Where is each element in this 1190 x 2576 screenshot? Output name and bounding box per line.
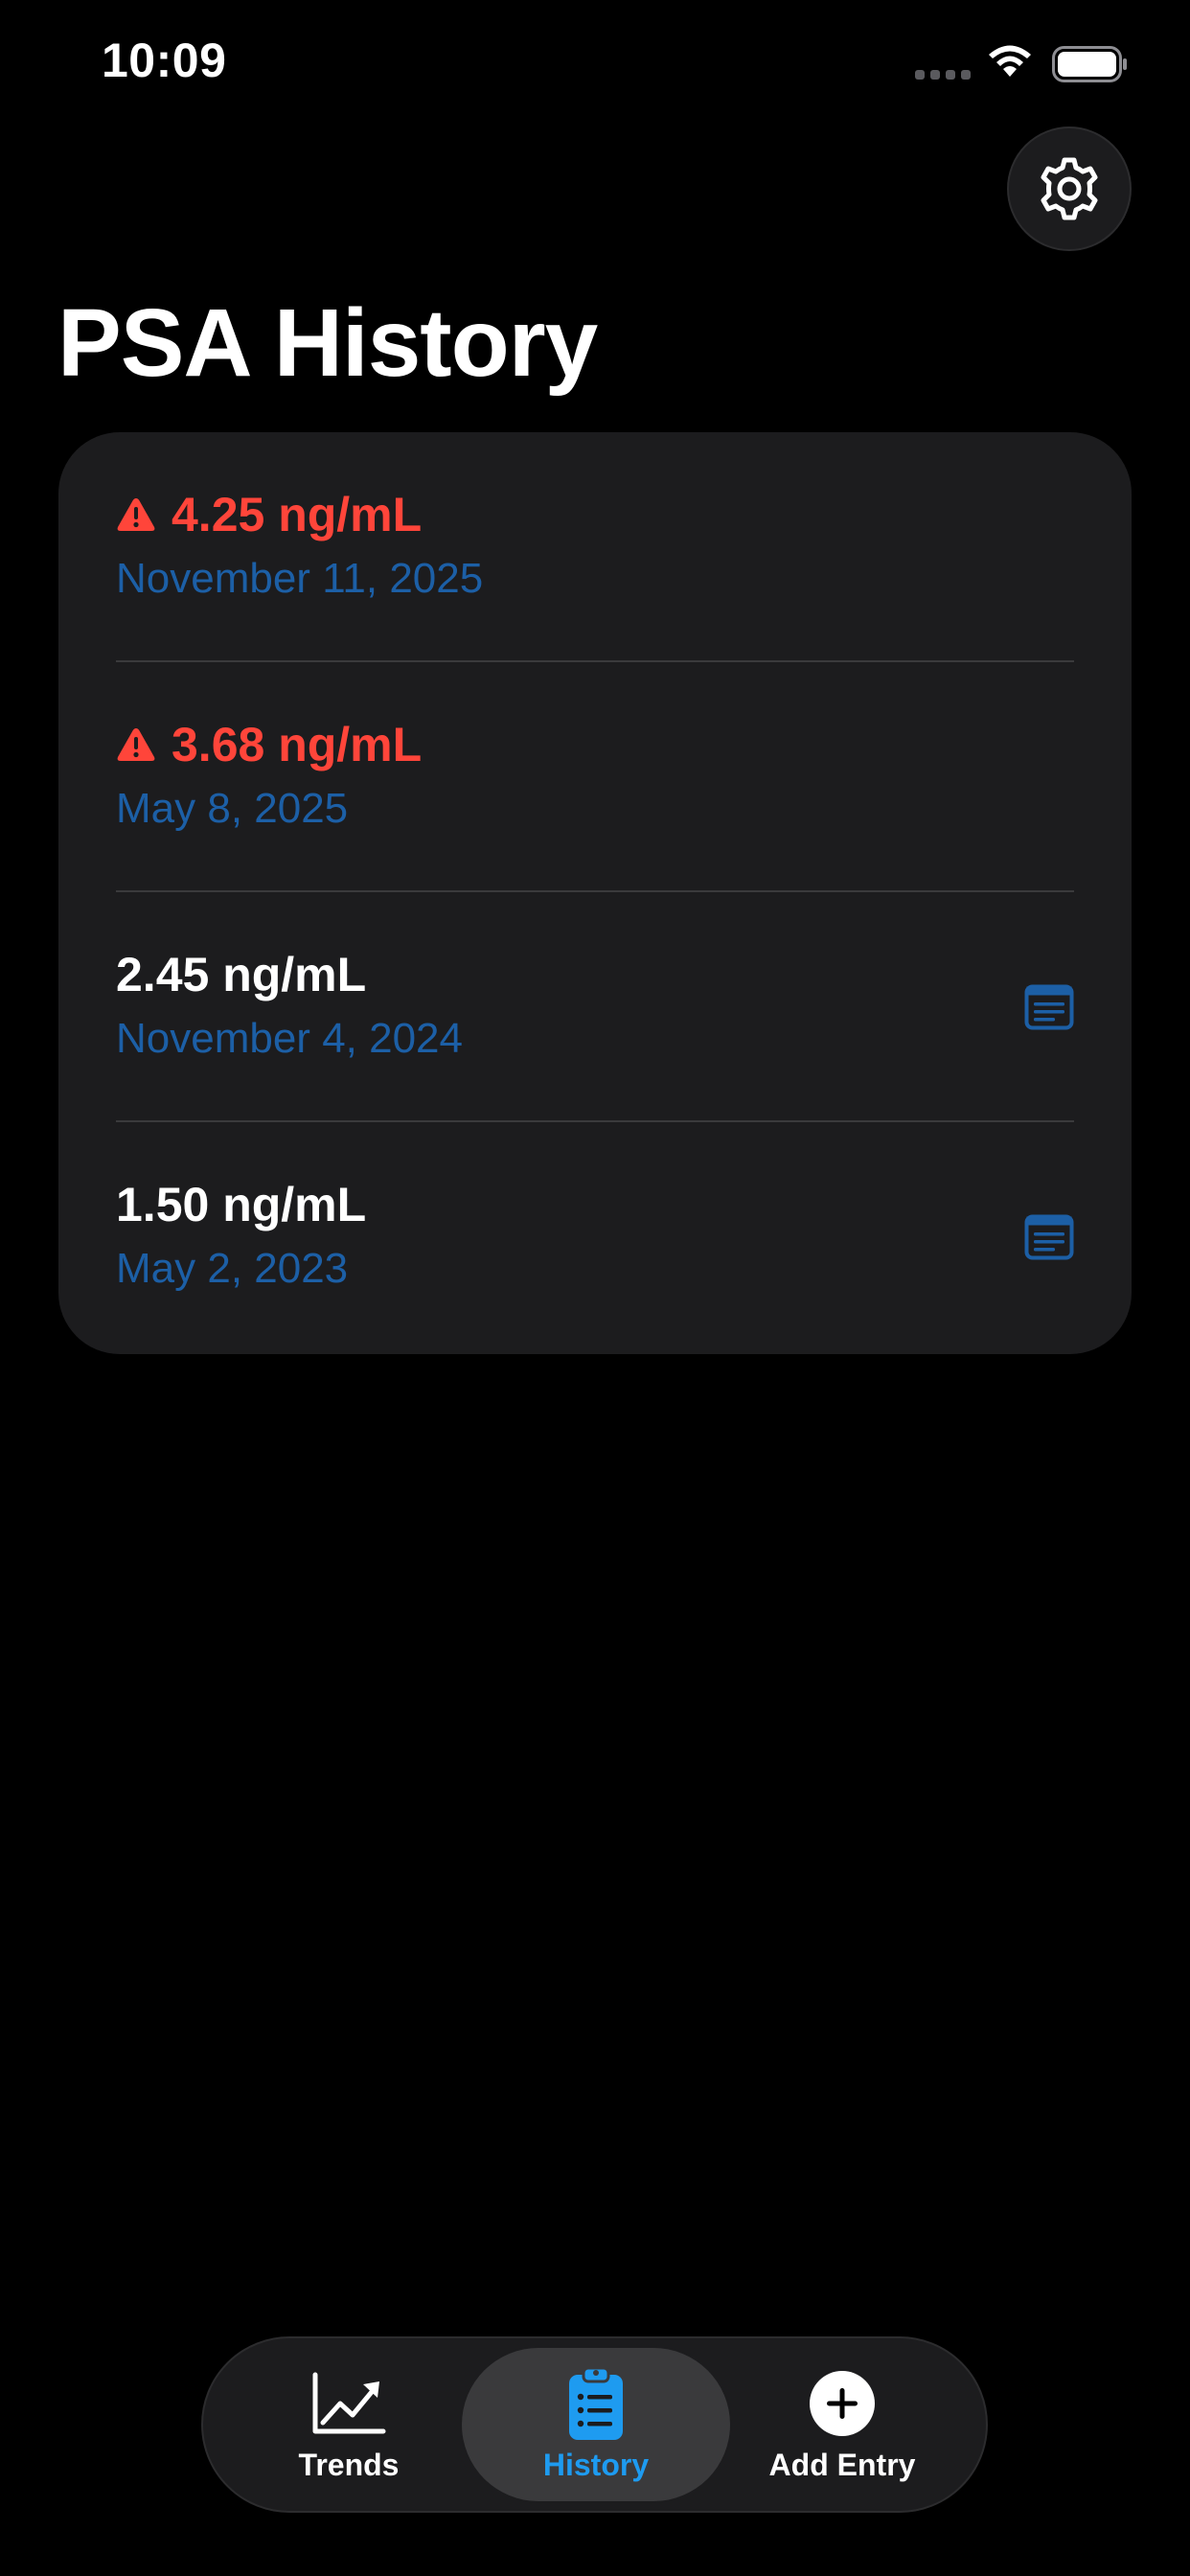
value-line: 3.68 ng/mL xyxy=(116,716,422,773)
tab-label: History xyxy=(542,2448,650,2482)
entry-date: May 8, 2025 xyxy=(116,785,349,832)
psa-value: 2.45 ng/mL xyxy=(116,948,367,1001)
history-entry[interactable]: 3.68 ng/mL May 8, 2025 xyxy=(58,662,1132,892)
page-title: PSA History xyxy=(57,289,598,397)
psa-value: 4.25 ng/mL xyxy=(172,488,423,541)
tab-bar: Trends History Add Entry xyxy=(201,2336,988,2513)
value-line: 2.45 ng/mL xyxy=(116,946,366,1003)
wifi-icon xyxy=(989,45,1031,77)
warning-icon xyxy=(117,498,155,531)
status-bar: 10:09 xyxy=(0,0,1190,134)
note-icon xyxy=(1024,1214,1074,1260)
history-list: 4.25 ng/mL November 11, 2025 3.68 ng/mL … xyxy=(58,432,1132,1354)
history-entry[interactable]: 2.45 ng/mL November 4, 2024 xyxy=(58,892,1132,1122)
entry-date: November 4, 2024 xyxy=(116,1015,463,1062)
entry-date: May 2, 2023 xyxy=(116,1245,349,1292)
warning-icon xyxy=(117,728,155,761)
tab-history[interactable]: History xyxy=(462,2348,730,2501)
value-line: 1.50 ng/mL xyxy=(116,1176,366,1233)
battery-icon xyxy=(1052,46,1127,82)
value-line: 4.25 ng/mL xyxy=(116,486,422,543)
tab-add-entry[interactable]: Add Entry xyxy=(708,2348,976,2501)
plus-circle-icon xyxy=(810,2371,875,2436)
entry-date: November 11, 2025 xyxy=(116,555,484,602)
tab-trends[interactable]: Trends xyxy=(215,2348,483,2501)
gear-icon xyxy=(1041,157,1098,220)
history-entry[interactable]: 1.50 ng/mL May 2, 2023 xyxy=(58,1122,1132,1352)
tab-label: Add Entry xyxy=(768,2448,916,2482)
psa-value: 1.50 ng/mL xyxy=(116,1178,367,1231)
cellular-signal-icon xyxy=(915,70,971,80)
tab-label: Trends xyxy=(298,2448,400,2482)
history-entry[interactable]: 4.25 ng/mL November 11, 2025 xyxy=(58,432,1132,662)
note-icon xyxy=(1024,984,1074,1030)
clipboard-list-icon xyxy=(569,2366,623,2440)
psa-value: 3.68 ng/mL xyxy=(172,718,423,771)
status-time: 10:09 xyxy=(102,34,227,87)
settings-button[interactable] xyxy=(1007,126,1132,251)
chart-line-icon xyxy=(312,2372,386,2434)
